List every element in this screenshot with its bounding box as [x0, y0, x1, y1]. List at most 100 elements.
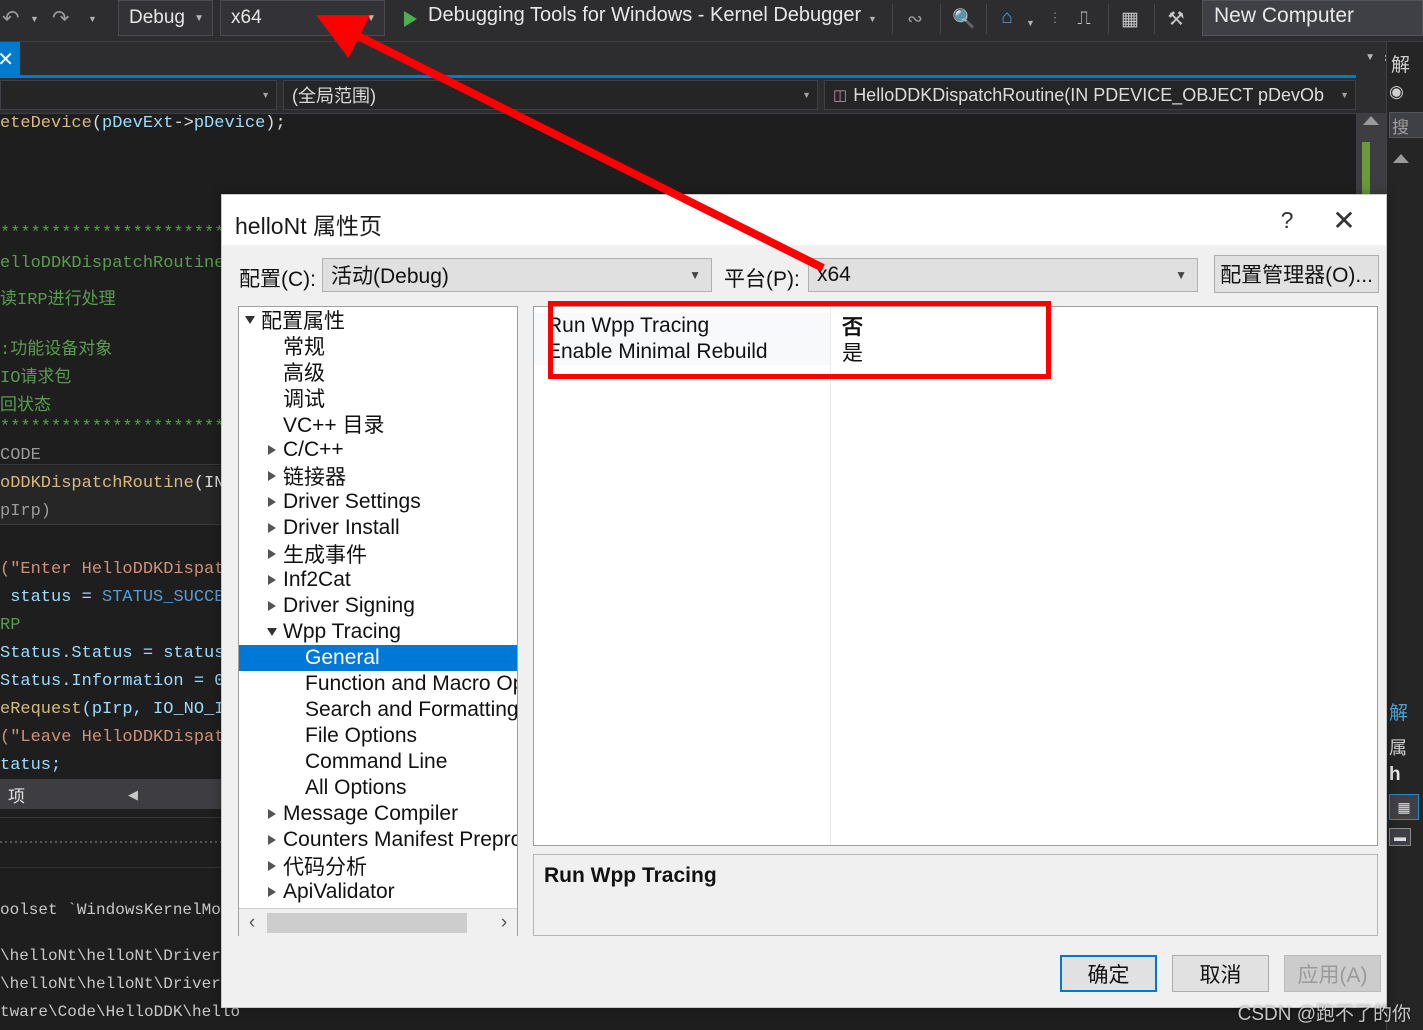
member-scope-combo[interactable]: ◫ HelloDDKDispatchRoutine(IN PDEVICE_OBJ…	[824, 80, 1356, 110]
property-row[interactable]: Run Wpp Tracing 否	[534, 313, 1377, 339]
chevron-right-icon[interactable]	[268, 861, 276, 871]
help-icon[interactable]: ?	[1270, 203, 1304, 237]
close-icon[interactable]: ✕	[1324, 201, 1364, 239]
tree-item-command-line[interactable]: Command Line	[239, 749, 517, 775]
solution-tree[interactable]	[1387, 146, 1423, 686]
collapse-icon[interactable]: ▬	[1389, 828, 1411, 846]
folder-search-icon[interactable]: 🔍	[948, 3, 980, 35]
platform-select[interactable]: x64 ▼	[808, 258, 1198, 292]
tree-item-all-options[interactable]: All Options	[239, 775, 517, 801]
window-dropdown-caret-icon[interactable]: ▼	[1026, 18, 1035, 28]
chevron-right-icon[interactable]	[268, 835, 276, 845]
tree-item-driver-settings[interactable]: Driver Settings	[239, 489, 517, 515]
undo-icon[interactable]: ↶	[2, 6, 20, 31]
tree-item-item[interactable]: 代码分析	[239, 853, 517, 879]
start-debug-icon[interactable]	[404, 11, 417, 27]
tree-item-counters-manifest-preproce[interactable]: Counters Manifest Preproce	[239, 827, 517, 853]
property-value[interactable]: 是	[830, 337, 863, 367]
tree-item-driver-signing[interactable]: Driver Signing	[239, 593, 517, 619]
attach-icon[interactable]: ∾	[900, 4, 930, 34]
tree-expander[interactable]	[261, 601, 283, 611]
debug-target-caret-icon[interactable]: ▼	[868, 14, 877, 24]
scrollbar-thumb[interactable]	[267, 913, 467, 933]
solution-explorer-toolbar-icon[interactable]: ◉	[1389, 82, 1404, 102]
chevron-right-icon[interactable]	[268, 575, 276, 585]
chevron-right-icon[interactable]	[268, 445, 276, 455]
ok-button[interactable]: 确定	[1060, 955, 1157, 992]
tree-expander[interactable]	[261, 549, 283, 559]
tree-expander[interactable]	[261, 809, 283, 819]
chevron-right-icon[interactable]	[268, 809, 276, 819]
branch-icon[interactable]: ⎍	[1068, 3, 1100, 35]
tree-item-driver-install[interactable]: Driver Install	[239, 515, 517, 541]
tree-horizontal-scrollbar[interactable]: ‹ ›	[239, 908, 517, 936]
tree-item-item[interactable]: 常规	[239, 333, 517, 359]
tree-item-search-and-formatting[interactable]: Search and Formatting	[239, 697, 517, 723]
tab-close-icon[interactable]: ✕	[0, 47, 14, 72]
scrollbar-thumb[interactable]	[1362, 142, 1370, 198]
chevron-right-icon[interactable]	[268, 471, 276, 481]
tree-item-vc[interactable]: VC++ 目录	[239, 411, 517, 437]
new-computer-label[interactable]: New Computer	[1214, 4, 1354, 28]
output-collapse-icon[interactable]: ◀	[128, 787, 138, 803]
tree-expander[interactable]	[261, 575, 283, 585]
overflow-dots-icon[interactable]: ⋮	[1046, 3, 1064, 33]
chevron-right-icon[interactable]	[268, 523, 276, 533]
redo-dropdown-caret-icon[interactable]: ▼	[88, 14, 97, 24]
configuration-combo[interactable]: Debug ▼	[118, 0, 213, 36]
tree-item-wpp-tracing[interactable]: Wpp Tracing	[239, 619, 517, 645]
cancel-button[interactable]: 取消	[1172, 955, 1269, 992]
debug-target-label[interactable]: Debugging Tools for Windows - Kernel Deb…	[428, 4, 861, 27]
chevron-down-icon[interactable]	[267, 628, 277, 636]
tree-item-general[interactable]: General	[239, 645, 517, 671]
tree-item-apivalidator[interactable]: ApiValidator	[239, 879, 517, 905]
tree-item-item[interactable]: 配置属性	[239, 307, 517, 333]
scroll-right-icon[interactable]: ›	[491, 912, 517, 934]
undo-dropdown-caret-icon[interactable]: ▼	[30, 14, 39, 24]
redo-icon[interactable]: ↷	[52, 6, 70, 31]
project-scope-combo[interactable]: ▼	[0, 80, 277, 110]
tab-overflow-caret-icon[interactable]: ▼	[1365, 52, 1375, 63]
tree-item-item[interactable]: 调试	[239, 385, 517, 411]
scroll-up-icon[interactable]	[1363, 116, 1379, 125]
tree-expander[interactable]	[261, 445, 283, 455]
tree-item-item[interactable]: 链接器	[239, 463, 517, 489]
property-pages-tree[interactable]: 配置属性 常规 高级 调试 VC++ 目录 C/C++ 链接器 Driver Settings…	[238, 306, 518, 936]
tree-item-c-c[interactable]: C/C++	[239, 437, 517, 463]
grid-view-icon[interactable]: ▦	[1389, 794, 1419, 820]
tree-expander[interactable]	[261, 861, 283, 871]
type-scope-combo[interactable]: (全局范围) ▼	[283, 80, 818, 110]
platform-combo[interactable]: x64 ▼	[220, 0, 385, 36]
tree-expander[interactable]	[261, 471, 283, 481]
tree-item-function-and-macro-opt[interactable]: Function and Macro Opt	[239, 671, 517, 697]
chevron-right-icon[interactable]	[268, 601, 276, 611]
solution-explorer-link[interactable]: 解	[1389, 698, 1408, 725]
chevron-down-icon[interactable]	[245, 316, 255, 324]
chevron-right-icon[interactable]	[268, 887, 276, 897]
tree-expander[interactable]	[261, 628, 283, 636]
tree-item-item[interactable]: 生成事件	[239, 541, 517, 567]
tree-expander[interactable]	[261, 835, 283, 845]
tree-item-item[interactable]: 高级	[239, 359, 517, 385]
tree-item-message-compiler[interactable]: Message Compiler	[239, 801, 517, 827]
home-window-icon[interactable]: ⌂	[992, 3, 1022, 33]
active-tab[interactable]: ✕	[0, 42, 20, 76]
tree-expand-icon[interactable]	[1393, 154, 1409, 163]
configuration-manager-button[interactable]: 配置管理器(O)...	[1214, 255, 1379, 293]
process-icon[interactable]: ⚒	[1160, 3, 1192, 35]
solution-explorer-dock[interactable]: 解 ◉ 搜 解 属 h ▦ ▬	[1386, 42, 1423, 1030]
tree-expander[interactable]	[261, 887, 283, 897]
chevron-right-icon[interactable]	[268, 549, 276, 559]
configuration-select[interactable]: 活动(Debug) ▼	[322, 258, 712, 292]
tree-item-inf2cat[interactable]: Inf2Cat	[239, 567, 517, 593]
tree-expander[interactable]	[261, 497, 283, 507]
property-grid[interactable]: Run Wpp Tracing 否 Enable Minimal Rebuild 是	[533, 306, 1378, 846]
chevron-right-icon[interactable]	[268, 497, 276, 507]
tree-item-file-options[interactable]: File Options	[239, 723, 517, 749]
scroll-left-icon[interactable]: ‹	[239, 912, 265, 934]
solution-search-input[interactable]: 搜	[1389, 112, 1423, 138]
memory-icon[interactable]: ▦	[1114, 3, 1146, 35]
property-row[interactable]: Enable Minimal Rebuild 是	[534, 339, 1377, 365]
tree-expander[interactable]	[261, 523, 283, 533]
tree-expander[interactable]	[239, 316, 261, 324]
